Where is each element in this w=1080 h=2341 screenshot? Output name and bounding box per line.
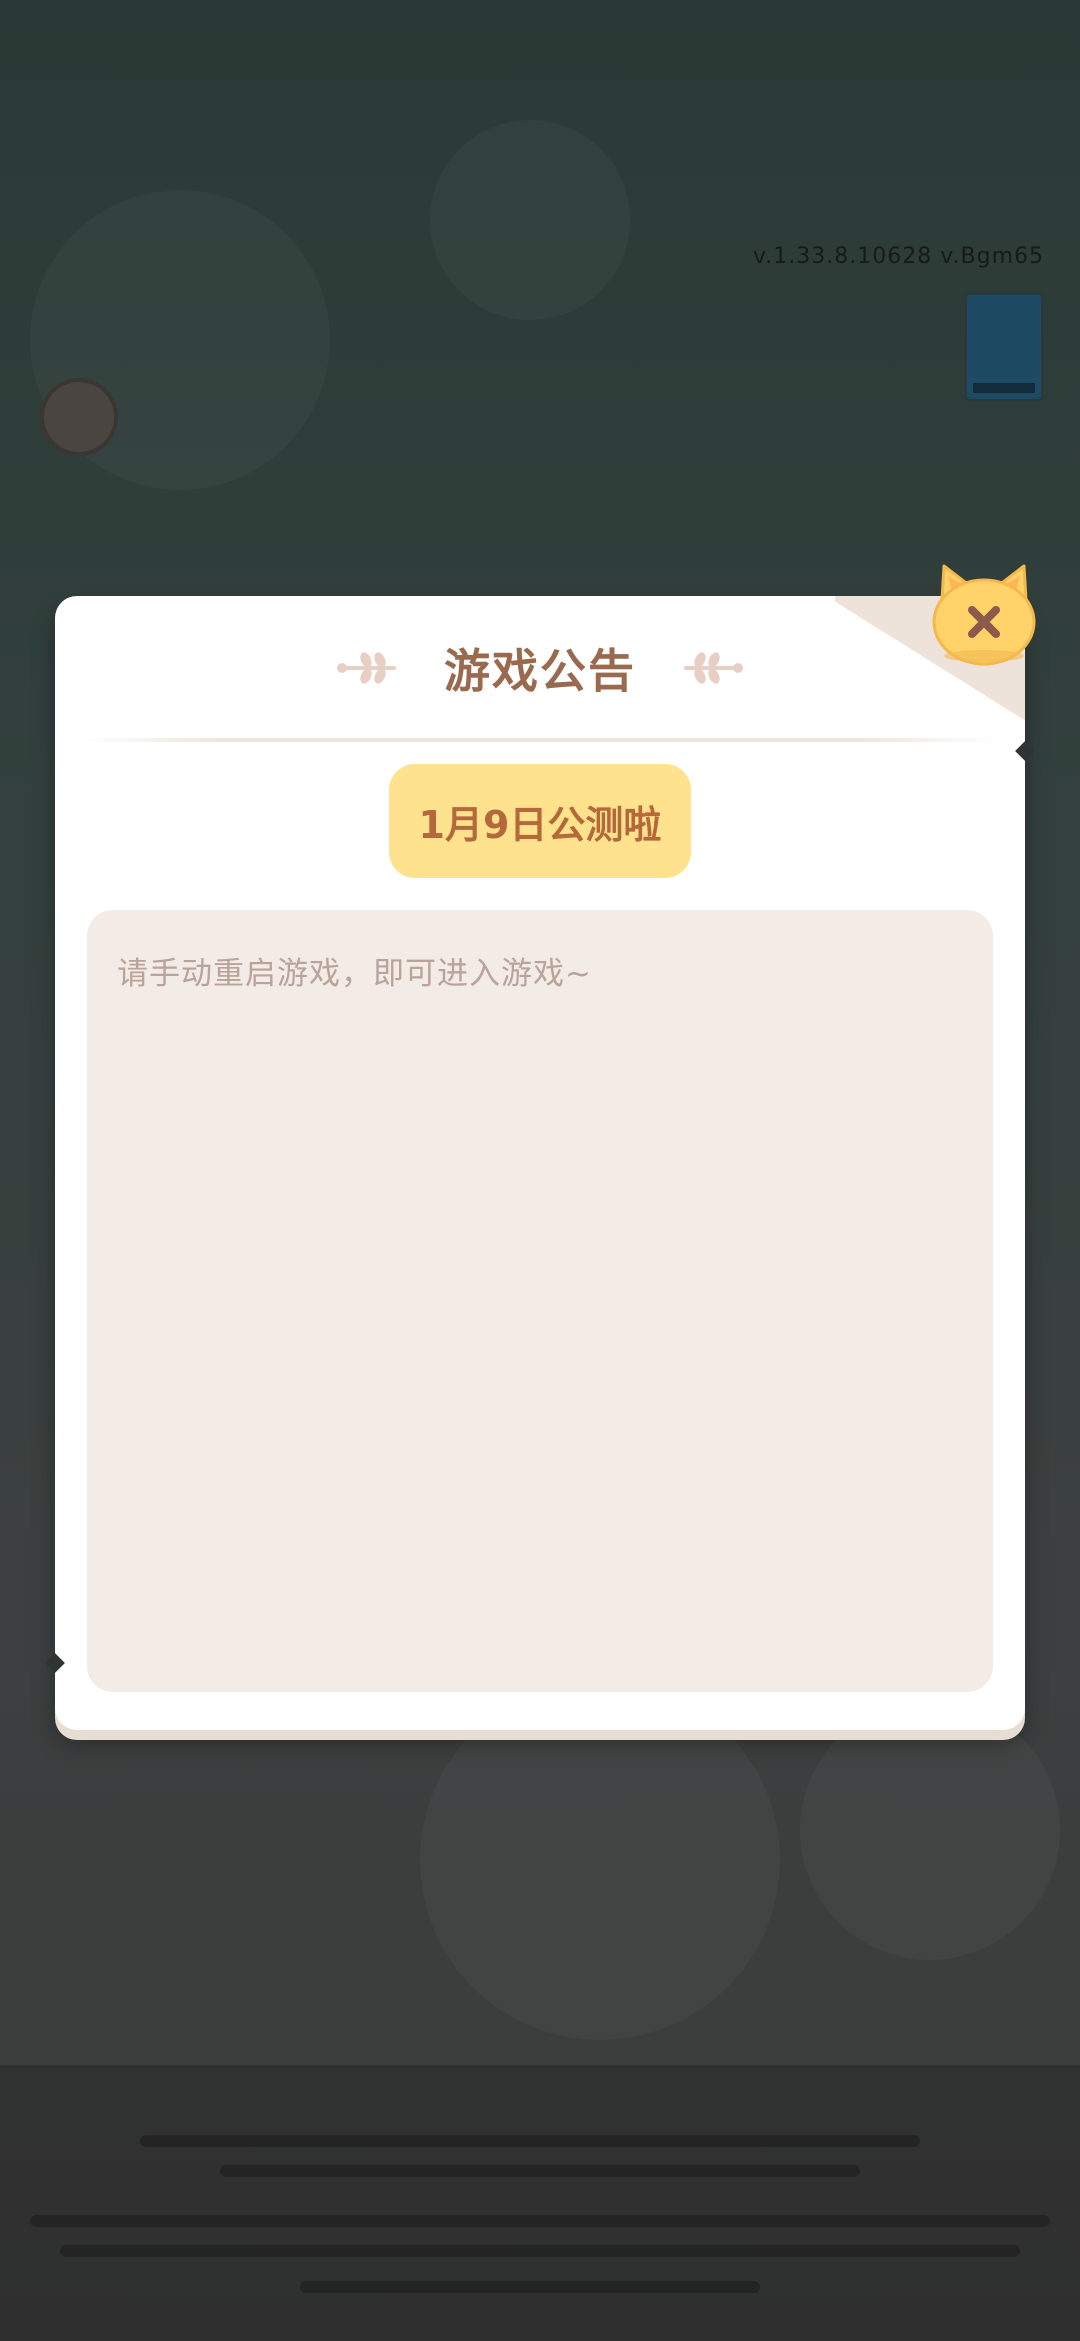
notice-tab-button[interactable]: 1月9日公测啦 [389, 764, 691, 878]
announcement-dialog: 游戏公告 1月9日公测啦 请手动重启游戏，即可进入游戏~ [45, 596, 1035, 1730]
announcement-content: 请手动重启游戏，即可进入游戏~ [87, 910, 993, 1692]
header-divider [83, 738, 997, 742]
dialog-notch [45, 1653, 65, 1673]
bottom-footer [0, 2065, 1080, 2341]
close-icon[interactable] [928, 560, 1040, 672]
shop-icon[interactable] [40, 378, 118, 456]
footer-text-line [30, 2215, 1050, 2227]
event-badge-icon[interactable] [964, 292, 1044, 402]
background-decoration [800, 1700, 1060, 1960]
announcement-text: 请手动重启游戏，即可进入游戏~ [117, 956, 592, 992]
background-decoration [430, 120, 630, 320]
leaf-ornament-left-icon [337, 652, 396, 684]
footer-text-line [140, 2135, 920, 2147]
background-decoration [420, 1680, 780, 2040]
footer-text-line [300, 2281, 760, 2293]
screen: v.1.33.8.10628 v.Bgm65 游戏公告 1月9日公测啦 请手动重… [0, 0, 1080, 2341]
dialog-title: 游戏公告 [444, 644, 636, 698]
dialog-header: 游戏公告 [55, 636, 1025, 700]
footer-text-line [220, 2165, 860, 2177]
footer-text-line [60, 2245, 1020, 2257]
leaf-ornament-right-icon [684, 652, 743, 684]
version-label: v.1.33.8.10628 v.Bgm65 [752, 244, 1044, 269]
dialog-notch [1015, 741, 1035, 761]
